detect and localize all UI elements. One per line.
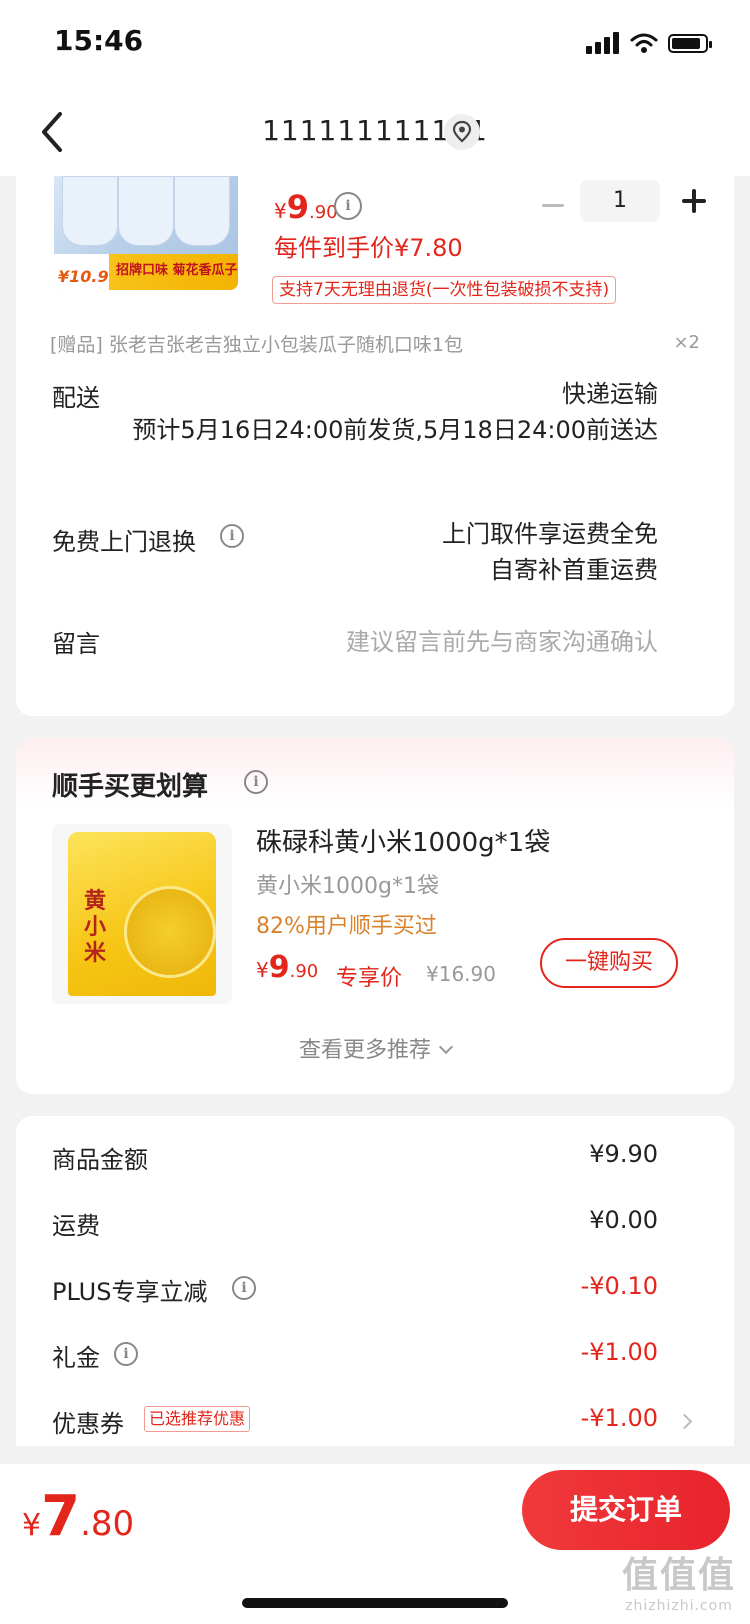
nav-bar: 111111111111 <box>0 90 750 176</box>
quantity-plus-button[interactable] <box>680 186 710 216</box>
plus-info-icon[interactable]: i <box>232 1276 256 1300</box>
summary-label: 运费 <box>52 1212 100 1240</box>
total-price: ¥7.80 <box>22 1484 135 1549</box>
chevron-right-icon <box>676 1413 693 1430</box>
product-image[interactable]: ¥10.9 招牌口味 菊花香瓜子 <box>54 176 238 290</box>
summary-value: -¥1.00 <box>580 1404 658 1432</box>
cash-gift-info-icon[interactable]: i <box>114 1342 138 1366</box>
summary-label: 商品金额 <box>52 1146 148 1174</box>
recommend-price-tag: 专享价 <box>336 966 403 991</box>
recommend-thumb-label: 黄小米 <box>83 888 106 966</box>
summary-row-shipping: 运费 ¥0.00 <box>16 1200 734 1244</box>
more-recommend-label: 查看更多推荐 <box>298 1038 431 1063</box>
message-label: 留言 <box>52 630 100 658</box>
recommend-item-name[interactable]: 硃碌科黄小米1000g*1袋 <box>256 822 550 859</box>
recommend-product-image[interactable]: 黄小米 <box>52 824 232 1004</box>
return-line-2: 自寄补首重运费 <box>490 556 658 584</box>
return-service-label: 免费上门退换 <box>52 528 196 556</box>
summary-value: -¥1.00 <box>580 1338 658 1366</box>
watermark-url: zhizhizhi.com <box>625 1598 733 1614</box>
status-icons <box>586 32 716 54</box>
recommend-bought-text: 82%用户顺手买过 <box>256 914 437 939</box>
price-info-icon[interactable]: i <box>334 192 362 220</box>
recommend-price: ¥9.90 <box>256 950 319 985</box>
delivery-info[interactable]: 快递运输 预计5月16日24:00前发货,5月18日24:00前送达 <box>118 376 658 448</box>
watermark-logo: 值值值 <box>621 1555 736 1596</box>
submit-order-button[interactable]: 提交订单 <box>522 1470 730 1550</box>
order-item-card: ¥10.9 招牌口味 菊花香瓜子 ¥9.90 i 1 每件到手价¥7.80 支持… <box>16 176 734 716</box>
summary-label: PLUS专享立减 <box>52 1278 208 1306</box>
unit-price: 每件到手价¥7.80 <box>274 234 463 262</box>
delivery-method: 快递运输 <box>562 380 658 408</box>
product-price: ¥9.90 <box>274 188 338 226</box>
delivery-estimate: 预计5月16日24:00前发货,5月18日24:00前送达 <box>132 416 658 444</box>
coupon-badge: 已选推荐优惠 <box>144 1406 251 1432</box>
recommend-original-price: ¥16.90 <box>426 962 496 986</box>
summary-value: ¥0.00 <box>589 1206 658 1234</box>
summary-row-plus: PLUS专享立减 i -¥0.10 <box>16 1266 734 1310</box>
chevron-down-icon <box>438 1039 454 1055</box>
quantity-field[interactable]: 1 <box>580 180 660 222</box>
summary-row-cash-gift: 礼金 i -¥1.00 <box>16 1332 734 1376</box>
recommend-title: 顺手买更划算 <box>52 772 209 802</box>
message-input[interactable]: 建议留言前先与商家沟通确认 <box>346 622 658 657</box>
summary-label: 优惠券 <box>52 1410 124 1438</box>
delivery-label: 配送 <box>52 384 100 412</box>
status-bar: 15:46 <box>0 0 750 90</box>
home-indicator[interactable] <box>242 1598 508 1608</box>
return-service-info: 上门取件享运费全免 自寄补首重运费 <box>358 516 658 588</box>
thumb-slogan: 招牌口味 菊花香瓜子 <box>116 263 238 278</box>
wifi-icon <box>630 33 658 53</box>
price-summary-card: 商品金额 ¥9.90 运费 ¥0.00 PLUS专享立减 i -¥0.10 礼金… <box>16 1116 734 1446</box>
watermark: 值值值 zhizhizhi.com <box>622 1546 736 1614</box>
one-click-buy-button[interactable]: 一键购买 <box>540 938 678 988</box>
recommend-card: 顺手买更划算 i 黄小米 硃碌科黄小米1000g*1袋 黄小米1000g*1袋 … <box>16 738 734 1094</box>
gift-item: [赠品] 张老吉张老吉独立小包装瓜子随机口味1包 <box>50 334 463 356</box>
battery-icon <box>668 34 712 53</box>
return-policy-badge: 支持7天无理由退货(一次性包装破损不支持) <box>272 276 617 304</box>
summary-value: -¥0.10 <box>580 1272 658 1300</box>
status-time: 15:46 <box>54 24 144 57</box>
checkout-bar: ¥7.80 提交订单 值值值 zhizhizhi.com <box>0 1464 750 1624</box>
return-info-icon[interactable]: i <box>220 524 244 548</box>
more-recommend-link[interactable]: 查看更多推荐 <box>16 1032 734 1064</box>
summary-row-goods: 商品金额 ¥9.90 <box>16 1134 734 1178</box>
summary-row-coupon[interactable]: 优惠券 已选推荐优惠 -¥1.00 <box>16 1398 734 1442</box>
thumb-price: ¥10.9 <box>58 267 109 286</box>
recommend-item-spec: 黄小米1000g*1袋 <box>256 874 439 899</box>
summary-value: ¥9.90 <box>589 1140 658 1168</box>
location-pin-icon[interactable] <box>444 114 480 150</box>
signal-icon <box>586 32 620 54</box>
return-line-1: 上门取件享运费全免 <box>442 520 658 548</box>
recommend-info-icon[interactable]: i <box>244 770 268 794</box>
page-title: 111111111111 <box>262 114 488 147</box>
summary-label: 礼金 <box>52 1344 100 1372</box>
quantity-minus-button[interactable] <box>538 188 572 222</box>
gift-count: ×2 <box>673 332 700 353</box>
